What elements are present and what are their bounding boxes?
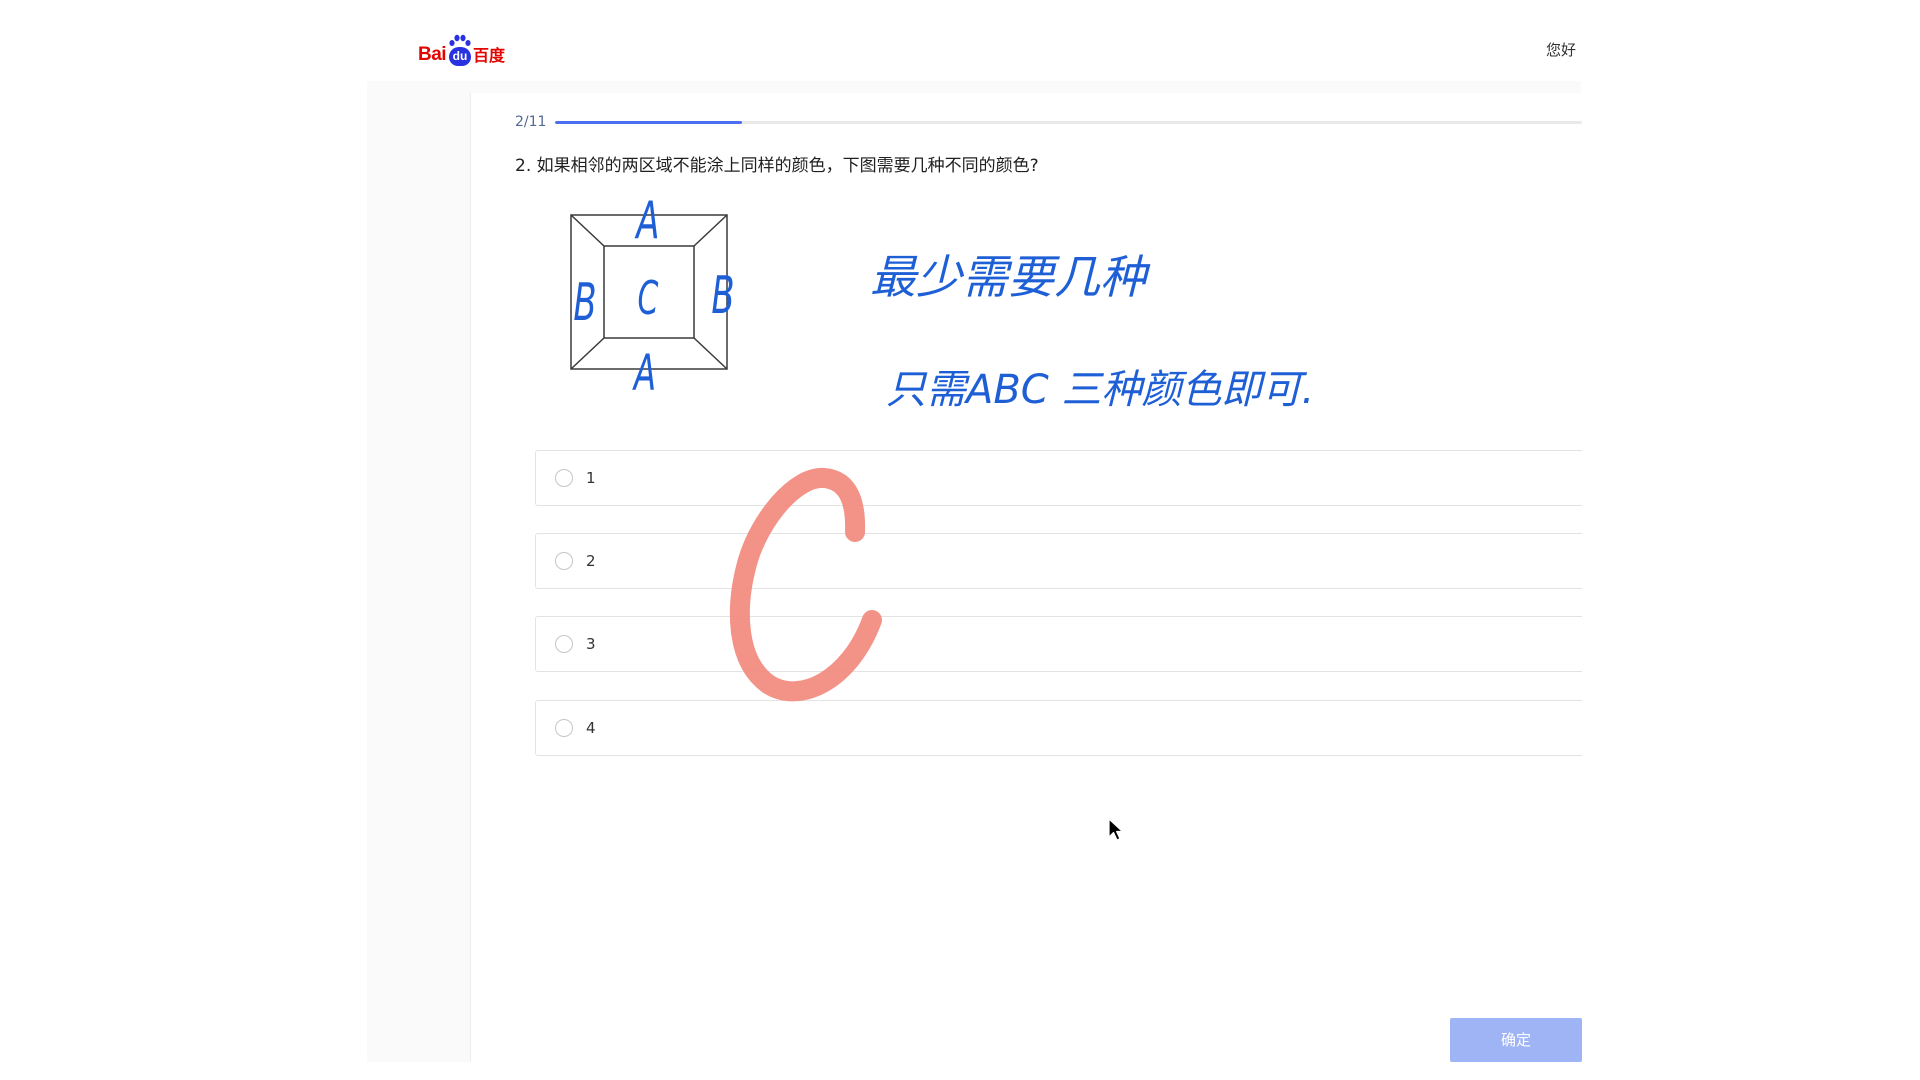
- radio-button[interactable]: [555, 552, 573, 570]
- user-greeting[interactable]: 您好: [1546, 40, 1576, 60]
- annotation-note-line2: 只需ABC 三种颜色即可.: [886, 367, 1315, 413]
- progress-label: 2/11: [515, 114, 547, 130]
- diagonal-line-bottom-left: [570, 337, 605, 370]
- paw-icon: [449, 34, 471, 46]
- option-4[interactable]: 4: [535, 700, 1582, 756]
- diagonal-line-bottom-right: [693, 337, 728, 370]
- annotation-note-line1: 最少需要几种: [870, 250, 1146, 304]
- option-label: 4: [586, 719, 596, 737]
- logo-text-cn: 百度: [473, 46, 506, 65]
- option-2[interactable]: 2: [535, 533, 1582, 589]
- baidu-logo[interactable]: Bai du 百度: [418, 34, 510, 68]
- diagonal-line-top-left: [570, 214, 605, 247]
- logo-text-bai: Bai: [418, 44, 447, 65]
- annotation-label-bottom: A: [633, 344, 657, 402]
- progress-fill: [555, 121, 742, 124]
- diagonal-line-top-right: [693, 214, 728, 247]
- mouse-pointer-icon: [1108, 818, 1124, 841]
- question-text: 2. 如果相邻的两区域不能涂上同样的颜色，下图需要几种不同的颜色?: [515, 156, 1039, 176]
- option-label: 2: [586, 552, 596, 570]
- radio-button[interactable]: [555, 635, 573, 653]
- annotation-label-top: A: [636, 191, 660, 251]
- radio-button[interactable]: [555, 719, 573, 737]
- option-label: 1: [586, 469, 596, 487]
- option-1[interactable]: 1: [535, 450, 1582, 506]
- progress-track: [555, 121, 1582, 124]
- annotation-label-right: B: [711, 266, 735, 326]
- annotation-label-left: B: [573, 273, 597, 333]
- logo-text-du: du: [449, 47, 471, 66]
- option-label: 3: [586, 635, 596, 653]
- answer-mark-handwritten-c: [729, 468, 882, 702]
- option-3[interactable]: 3: [535, 616, 1582, 672]
- radio-button[interactable]: [555, 469, 573, 487]
- confirm-button[interactable]: 确定: [1450, 1018, 1582, 1062]
- annotation-label-center: C: [637, 271, 659, 325]
